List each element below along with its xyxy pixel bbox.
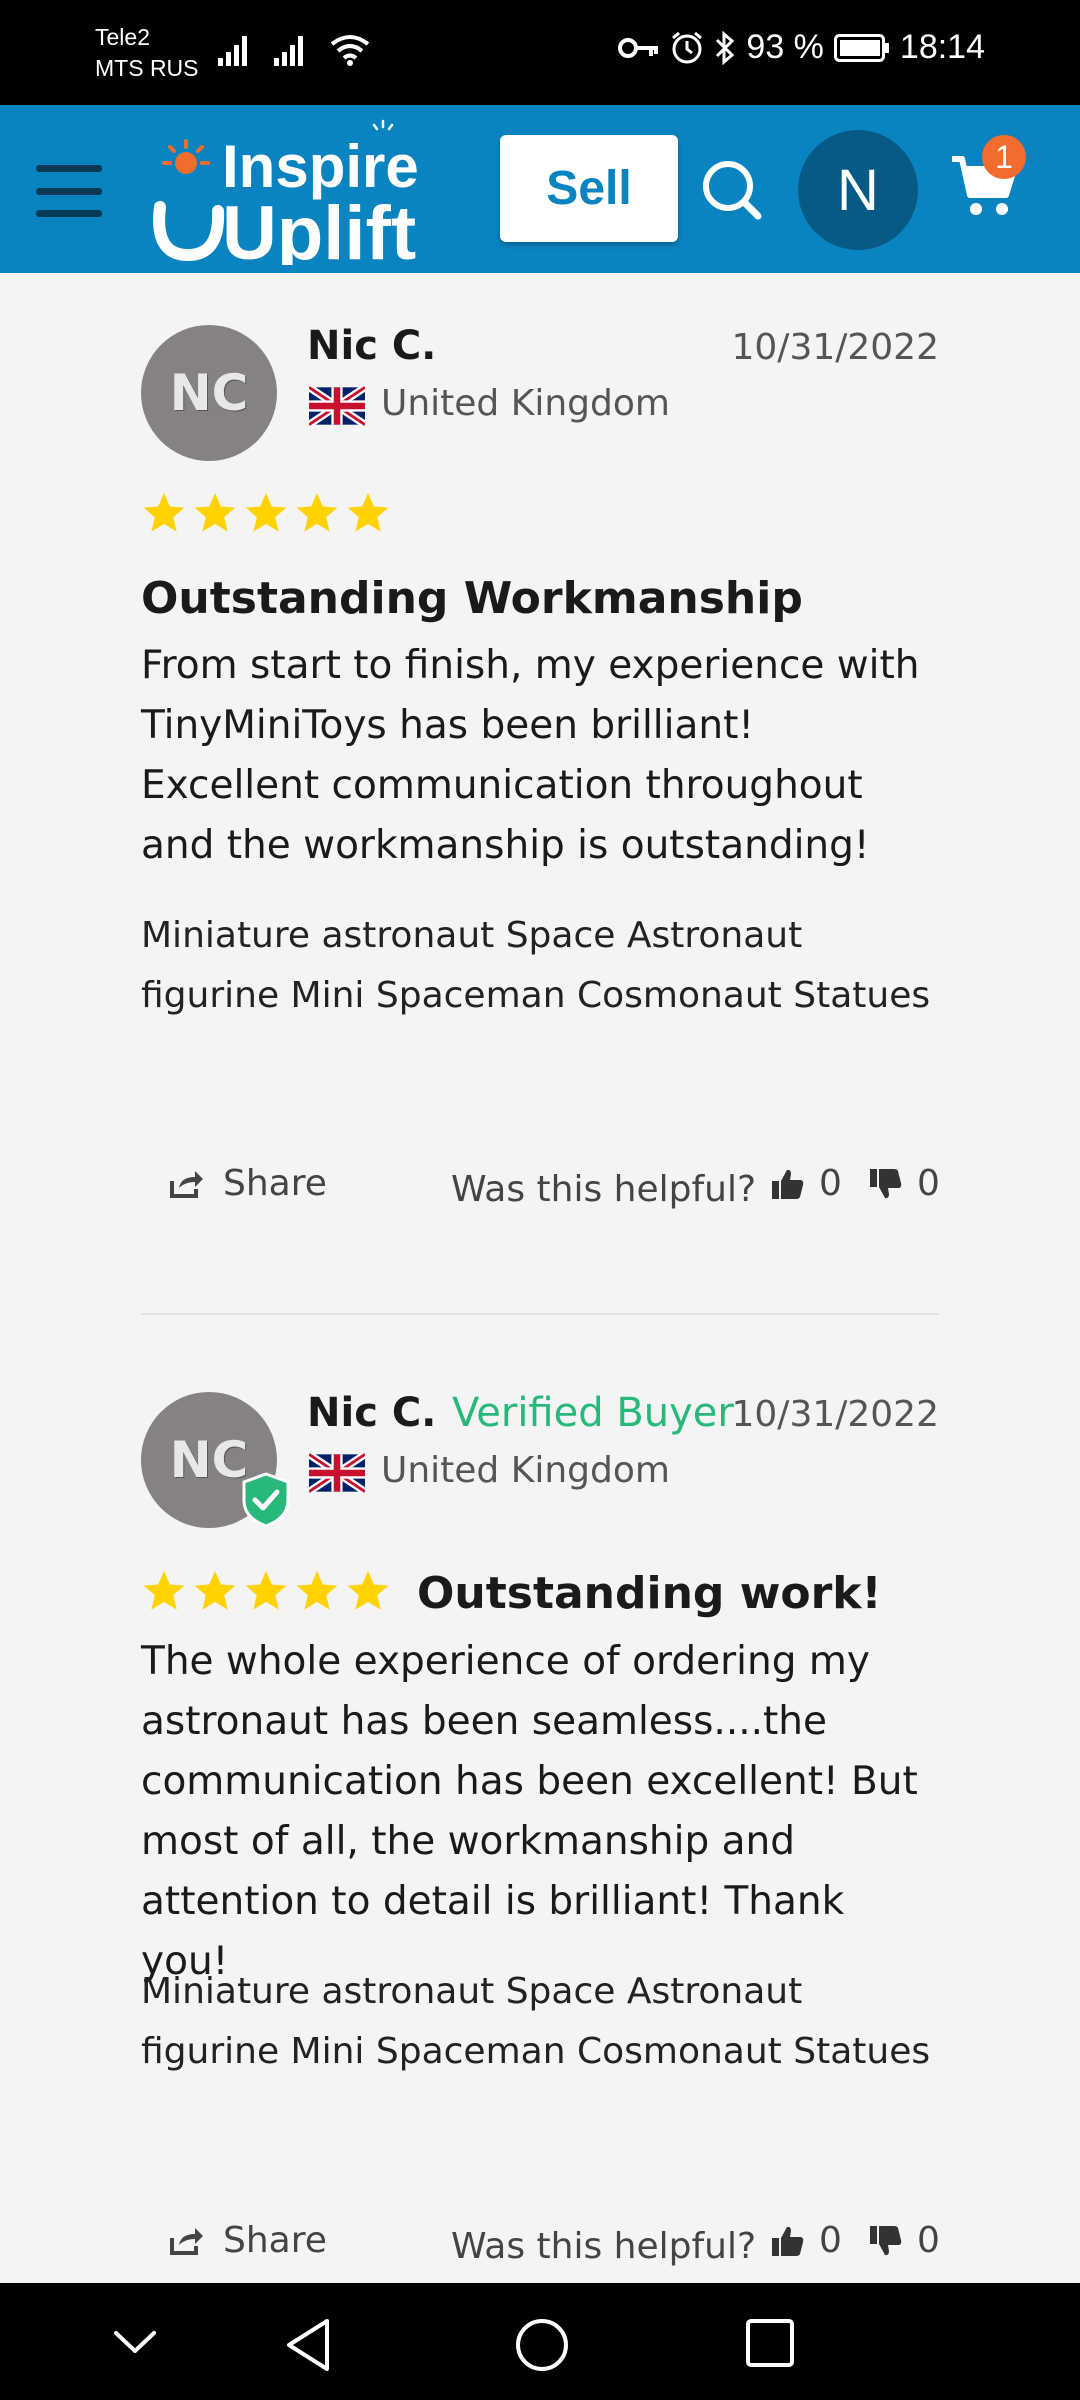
star-rating: [141, 1568, 391, 1614]
star-icon: [245, 1570, 287, 1610]
helpful-up-count: 0: [819, 1163, 842, 1204]
thumbs-down-button[interactable]: 0: [869, 1163, 940, 1204]
account-avatar[interactable]: N: [798, 130, 918, 250]
signal-1-icon: [218, 36, 247, 66]
review-product[interactable]: Miniature astronaut Space Astronaut figu…: [141, 1962, 939, 2082]
review-actions: Share Was this helpful? 0 0: [141, 2220, 940, 2280]
thumbs-up-icon: [772, 1169, 804, 1199]
reviewer-name: Nic C.: [307, 1390, 437, 1436]
share-button[interactable]: Share: [169, 1163, 327, 1204]
review-date: 10/31/2022: [731, 1394, 940, 1435]
share-label: Share: [223, 2220, 327, 2261]
helpful-down-count: 0: [917, 2220, 940, 2261]
thumbs-up-button[interactable]: 0: [771, 2220, 842, 2261]
review-body: The whole experience of ordering my astr…: [141, 1639, 918, 1984]
reviewer-avatar: NC: [141, 325, 277, 461]
review-actions: Share Was this helpful? 0 0: [141, 1163, 940, 1223]
nav-back-button[interactable]: [283, 2317, 333, 2377]
nav-home-button[interactable]: [514, 2317, 570, 2377]
search-icon[interactable]: [700, 158, 764, 222]
star-icon: [143, 1570, 185, 1610]
helpful-prompt: Was this helpful?: [451, 2226, 757, 2267]
chevron-down-icon: [114, 2331, 156, 2353]
svg-text:Inspire: Inspire: [222, 133, 419, 200]
carrier-1: Tele2: [95, 24, 150, 50]
alarm-icon: [672, 31, 703, 63]
nav-recents-button[interactable]: [744, 2317, 796, 2373]
reviewer-country: United Kingdom: [381, 1450, 670, 1491]
cart-count-badge: 1: [982, 135, 1026, 179]
status-bar: Tele2 MTS RUS 93 % 18:14: [0, 0, 1080, 105]
reviewer-name: Nic C.: [307, 323, 437, 369]
clock: 18:14: [899, 28, 985, 66]
battery-percent: 93 %: [746, 28, 824, 66]
thumbs-down-icon: [870, 1168, 902, 1198]
key-icon: [618, 37, 659, 58]
star-icon: [194, 1570, 236, 1610]
system-nav-bar: [0, 2283, 1080, 2400]
home-circle-icon: [516, 2319, 568, 2371]
carrier-info: Tele2 MTS RUS: [95, 22, 199, 84]
reviewer-country: United Kingdom: [381, 383, 670, 424]
thumbs-down-button[interactable]: 0: [869, 2220, 940, 2261]
star-icon: [194, 492, 236, 532]
verified-check-icon: [242, 1472, 290, 1528]
helpful-prompt: Was this helpful?: [451, 1169, 757, 1210]
review-title: Outstanding work!: [417, 1568, 882, 1619]
recents-square-icon: [746, 2319, 794, 2367]
thumbs-up-button[interactable]: 0: [771, 1163, 842, 1204]
signal-icons: [218, 34, 370, 66]
star-icon: [347, 492, 389, 532]
share-label: Share: [223, 1163, 327, 1204]
signal-2-icon: [274, 36, 303, 66]
star-icon: [296, 1570, 338, 1610]
share-button[interactable]: Share: [169, 2220, 327, 2261]
battery-icon: [833, 33, 889, 62]
sell-button[interactable]: Sell: [500, 135, 678, 242]
review-date: 10/31/2022: [731, 327, 940, 368]
helpful-up-count: 0: [819, 2220, 842, 2261]
share-icon: [170, 2227, 203, 2255]
review-product[interactable]: Miniature astronaut Space Astronaut figu…: [141, 906, 939, 1026]
menu-icon[interactable]: [36, 165, 102, 217]
thumbs-up-icon: [772, 2226, 804, 2256]
nav-collapse-button[interactable]: [112, 2329, 158, 2359]
review-divider: [141, 1313, 939, 1315]
verified-buyer-label: Verified Buyer: [452, 1390, 734, 1436]
inspire-uplift-logo[interactable]: Inspire Uplift: [140, 115, 460, 265]
bluetooth-icon: [716, 30, 735, 65]
status-right: 93 % 18:14: [618, 28, 985, 67]
site-header: Inspire Uplift Sell N 1: [0, 105, 1080, 273]
helpful-down-count: 0: [917, 1163, 940, 1204]
carrier-2: MTS RUS: [95, 55, 199, 81]
share-icon: [170, 1170, 203, 1198]
back-triangle-icon: [287, 2319, 329, 2371]
star-icon: [143, 492, 185, 532]
uk-flag-icon: [309, 1453, 365, 1493]
svg-text:Uplift: Uplift: [222, 191, 416, 265]
wifi-icon: [330, 35, 370, 66]
star-icon: [347, 1570, 389, 1610]
uk-flag-icon: [309, 386, 365, 426]
star-icon: [245, 492, 287, 532]
review-body: From start to finish, my experience with…: [141, 643, 920, 868]
review-title: Outstanding Workmanship: [141, 573, 803, 624]
star-rating: [141, 490, 391, 536]
star-icon: [296, 492, 338, 532]
thumbs-down-icon: [870, 2225, 902, 2255]
